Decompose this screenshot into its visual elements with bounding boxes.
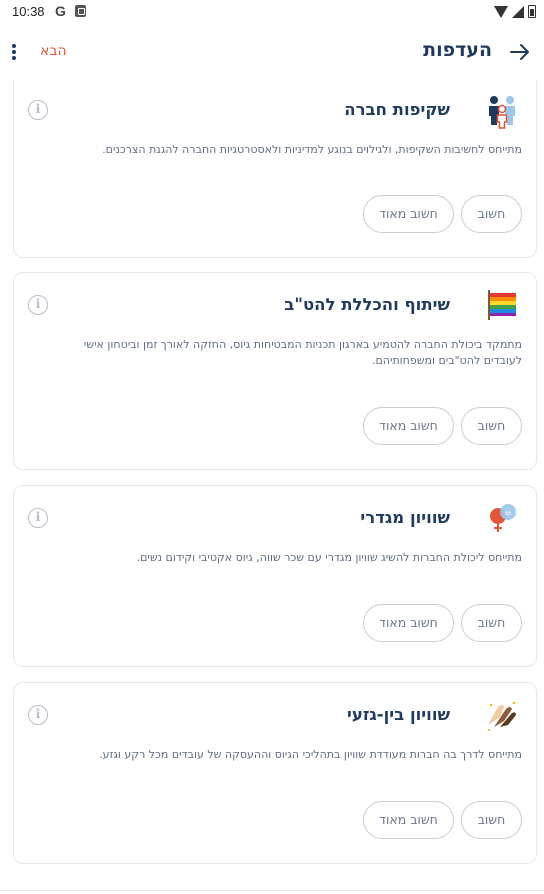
battery-icon xyxy=(528,5,536,18)
info-icon[interactable]: i xyxy=(28,295,48,315)
very-important-button[interactable]: חשוב מאוד xyxy=(363,195,454,233)
preference-card: שקיפות חברה i מתייחס לחשיבות השקיפות, ול… xyxy=(13,80,537,258)
gender-equality-icon: = xyxy=(490,504,516,532)
important-button[interactable]: חשוב xyxy=(461,801,522,839)
google-icon: G xyxy=(55,3,66,19)
signal-icon xyxy=(512,5,524,18)
back-arrow-icon[interactable] xyxy=(508,40,532,64)
card-title: שקיפות חברה xyxy=(344,100,450,119)
important-button[interactable]: חשוב xyxy=(461,195,522,233)
status-icons xyxy=(494,5,536,18)
status-bar: 10:38 G xyxy=(0,0,544,26)
preferences-list[interactable]: שקיפות חברה i מתייחס לחשיבות השקיפות, ול… xyxy=(0,80,544,894)
page-title: העדפות xyxy=(423,39,492,61)
divider xyxy=(0,890,544,891)
card-description: מתייחס לדרך בה חברות מעודדת שוויון בתהלי… xyxy=(99,748,522,761)
app-bar: העדפות הבא xyxy=(0,26,544,80)
important-button[interactable]: חשוב xyxy=(461,604,522,642)
svg-text:=: = xyxy=(504,508,512,519)
rainbow-flag-icon xyxy=(488,290,516,320)
preference-card: = שוויון מגדרי i מתייחס ליכולת החברות לה… xyxy=(13,485,537,667)
info-icon[interactable]: i xyxy=(28,705,48,725)
card-description: מתייחס לחשיבות השקיפות, ולגילוים בנוגע ל… xyxy=(102,143,522,156)
racial-equality-hands-icon xyxy=(488,701,516,731)
preference-card: שיתוף והכללת להט"ב i מתמקד ביכולת החברה … xyxy=(13,272,537,470)
people-transparency-icon xyxy=(489,96,515,129)
card-description: מתייחס ליכולת החברות להשיג שוויון מגדרי … xyxy=(136,551,522,564)
notification-icon xyxy=(75,5,86,17)
very-important-button[interactable]: חשוב מאוד xyxy=(363,801,454,839)
very-important-button[interactable]: חשוב מאוד xyxy=(363,604,454,642)
card-title: שיתוף והכללת להט"ב xyxy=(284,295,450,314)
card-title: שוויון בין-גזעי xyxy=(346,705,450,724)
card-title: שוויון מגדרי xyxy=(360,508,450,527)
overflow-menu-icon[interactable] xyxy=(11,44,17,62)
info-icon[interactable]: i xyxy=(28,508,48,528)
wifi-icon xyxy=(494,5,508,18)
card-description: מתמקד ביכולת החברה להטמיע בארגון תכניות … xyxy=(83,338,522,367)
info-icon[interactable]: i xyxy=(28,100,48,120)
important-button[interactable]: חשוב xyxy=(461,407,522,445)
preference-card: שוויון בין-גזעי i מתייחס לדרך בה חברות מ… xyxy=(13,682,537,864)
status-time: 10:38 xyxy=(12,4,45,19)
next-button[interactable]: הבא xyxy=(40,43,67,59)
very-important-button[interactable]: חשוב מאוד xyxy=(363,407,454,445)
